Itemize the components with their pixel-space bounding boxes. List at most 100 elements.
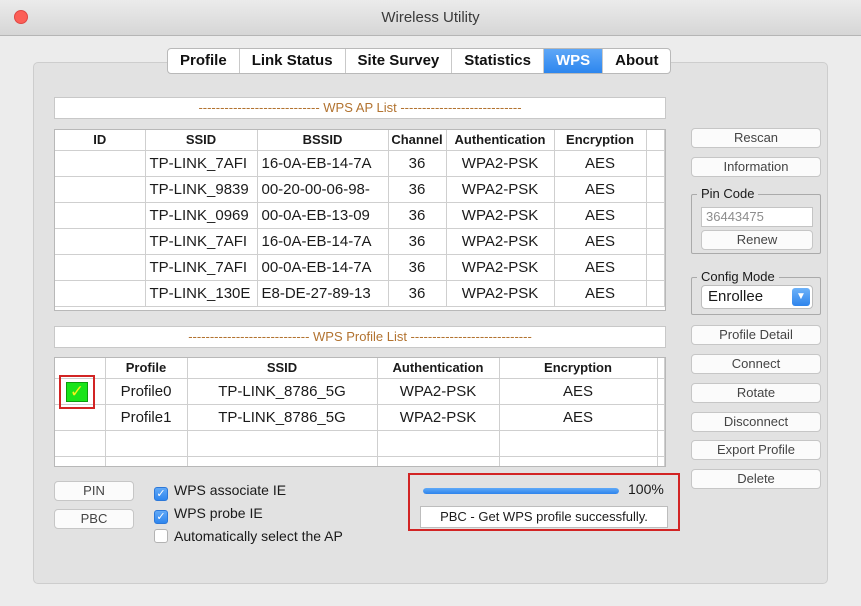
- wps-probe-ie-option[interactable]: ✓ WPS probe IE: [154, 505, 263, 524]
- pin-code-field[interactable]: 36443475: [701, 207, 813, 227]
- ap-id: [55, 150, 146, 177]
- ap-ssid: TP-LINK_7AFI: [145, 228, 258, 255]
- export-profile-button[interactable]: Export Profile: [691, 440, 821, 460]
- ap-encryption: AES: [554, 176, 647, 203]
- ap-list-header: ID SSID BSSID Channel Authentication Enc…: [55, 130, 665, 151]
- profile-ssid: TP-LINK_8786_5G: [187, 378, 378, 405]
- profile-list-title: ---------------------------- WPS Profile…: [54, 326, 666, 348]
- profile-authentication: WPA2-PSK: [377, 378, 500, 405]
- profile-list-header: Profile SSID Authentication Encryption: [55, 358, 665, 379]
- col-ssid[interactable]: SSID: [187, 358, 378, 379]
- checkmark-icon[interactable]: ✓: [66, 382, 88, 402]
- wps-progress-percent: 100%: [628, 481, 664, 497]
- table-row[interactable]: TP-LINK_7AFI 00-0A-EB-14-7A 36 WPA2-PSK …: [55, 254, 665, 281]
- window-title: Wireless Utility: [381, 9, 480, 26]
- profile-encryption: AES: [499, 404, 658, 431]
- profile-ssid: TP-LINK_8786_5G: [187, 404, 378, 431]
- col-profile[interactable]: Profile: [105, 358, 188, 379]
- table-row[interactable]: TP-LINK_9839 00-20-00-06-98- 36 WPA2-PSK…: [55, 176, 665, 203]
- tab-wps[interactable]: WPS: [543, 49, 604, 73]
- profile-authentication: WPA2-PSK: [377, 404, 500, 431]
- ap-authentication: WPA2-PSK: [446, 254, 555, 281]
- wps-progress-highlight: 100% PBC - Get WPS profile successfully.: [408, 473, 680, 531]
- ap-ssid: TP-LINK_130E: [145, 280, 258, 307]
- wps-probe-ie-label: WPS probe IE: [174, 505, 263, 521]
- delete-button[interactable]: Delete: [691, 469, 821, 489]
- table-row[interactable]: TP-LINK_130E E8-DE-27-89-13 36 WPA2-PSK …: [55, 280, 665, 307]
- tab-about[interactable]: About: [603, 49, 670, 73]
- profile-name: Profile0: [105, 378, 188, 405]
- table-row[interactable]: Profile0 TP-LINK_8786_5G WPA2-PSK AES: [55, 378, 665, 405]
- ap-authentication: WPA2-PSK: [446, 150, 555, 177]
- ap-channel: 36: [388, 150, 447, 177]
- profile-detail-button[interactable]: Profile Detail: [691, 325, 821, 345]
- config-mode-select[interactable]: Enrollee ▼: [701, 285, 813, 309]
- tab-profile[interactable]: Profile: [168, 49, 240, 73]
- connect-button[interactable]: Connect: [691, 354, 821, 374]
- selected-profile-highlight: ✓: [59, 375, 95, 409]
- wps-progress-fill: [423, 488, 619, 494]
- checkbox-unchecked-icon[interactable]: [154, 529, 168, 543]
- ap-bssid: 00-0A-EB-14-7A: [257, 254, 389, 281]
- table-row[interactable]: Profile1 TP-LINK_8786_5G WPA2-PSK AES: [55, 404, 665, 431]
- information-button[interactable]: Information: [691, 157, 821, 177]
- col-ssid[interactable]: SSID: [145, 130, 258, 151]
- pbc-button[interactable]: PBC: [54, 509, 134, 529]
- rotate-button[interactable]: Rotate: [691, 383, 821, 403]
- table-row[interactable]: TP-LINK_7AFI 16-0A-EB-14-7A 36 WPA2-PSK …: [55, 150, 665, 177]
- profile-encryption: AES: [499, 378, 658, 405]
- ap-ssid: TP-LINK_7AFI: [145, 254, 258, 281]
- checkbox-checked-icon[interactable]: ✓: [154, 487, 168, 501]
- ap-bssid: 16-0A-EB-14-7A: [257, 150, 389, 177]
- col-authentication[interactable]: Authentication: [446, 130, 555, 151]
- ap-list-table: ID SSID BSSID Channel Authentication Enc…: [54, 129, 666, 311]
- pin-code-group: Pin Code 36443475 Renew: [691, 186, 821, 254]
- profile-name: Profile1: [105, 404, 188, 431]
- tab-statistics[interactable]: Statistics: [452, 49, 544, 73]
- pin-button[interactable]: PIN: [54, 481, 134, 501]
- table-row[interactable]: TP-LINK_7AFI 16-0A-EB-14-7A 36 WPA2-PSK …: [55, 228, 665, 255]
- tab-site-survey[interactable]: Site Survey: [346, 49, 453, 73]
- col-id[interactable]: ID: [55, 130, 146, 151]
- col-encryption[interactable]: Encryption: [499, 358, 658, 379]
- table-row: [55, 430, 665, 457]
- tab-link-status[interactable]: Link Status: [240, 49, 346, 73]
- col-bssid[interactable]: BSSID: [257, 130, 389, 151]
- ap-bssid: 00-20-00-06-98-: [257, 176, 389, 203]
- auto-select-ap-option[interactable]: Automatically select the AP: [154, 528, 343, 544]
- ap-encryption: AES: [554, 254, 647, 281]
- ap-id: [55, 280, 146, 307]
- ap-encryption: AES: [554, 202, 647, 229]
- wps-progress-bar: [423, 488, 619, 494]
- tab-bar: Profile Link Status Site Survey Statisti…: [167, 48, 672, 74]
- ap-encryption: AES: [554, 150, 647, 177]
- col-authentication[interactable]: Authentication: [377, 358, 500, 379]
- ap-ssid: TP-LINK_7AFI: [145, 150, 258, 177]
- config-mode-label: Config Mode: [697, 269, 779, 284]
- profile-list-table: Profile SSID Authentication Encryption P…: [54, 357, 666, 467]
- ap-authentication: WPA2-PSK: [446, 280, 555, 307]
- title-bar: Wireless Utility: [0, 0, 861, 36]
- config-mode-value: Enrollee: [708, 288, 764, 305]
- ap-channel: 36: [388, 202, 447, 229]
- ap-authentication: WPA2-PSK: [446, 228, 555, 255]
- ap-list-title: ---------------------------- WPS AP List…: [54, 97, 666, 119]
- ap-id: [55, 176, 146, 203]
- disconnect-button[interactable]: Disconnect: [691, 412, 821, 432]
- wps-associate-ie-label: WPS associate IE: [174, 482, 287, 498]
- checkbox-checked-icon[interactable]: ✓: [154, 510, 168, 524]
- col-encryption[interactable]: Encryption: [554, 130, 647, 151]
- col-channel[interactable]: Channel: [388, 130, 447, 151]
- renew-button[interactable]: Renew: [701, 230, 813, 250]
- ap-channel: 36: [388, 280, 447, 307]
- ap-bssid: 16-0A-EB-14-7A: [257, 228, 389, 255]
- ap-channel: 36: [388, 228, 447, 255]
- table-row[interactable]: TP-LINK_0969 00-0A-EB-13-09 36 WPA2-PSK …: [55, 202, 665, 229]
- rescan-button[interactable]: Rescan: [691, 128, 821, 148]
- wps-associate-ie-option[interactable]: ✓ WPS associate IE: [154, 482, 286, 501]
- ap-bssid: E8-DE-27-89-13: [257, 280, 389, 307]
- ap-encryption: AES: [554, 228, 647, 255]
- ap-authentication: WPA2-PSK: [446, 202, 555, 229]
- ap-encryption: AES: [554, 280, 647, 307]
- ap-ssid: TP-LINK_0969: [145, 202, 258, 229]
